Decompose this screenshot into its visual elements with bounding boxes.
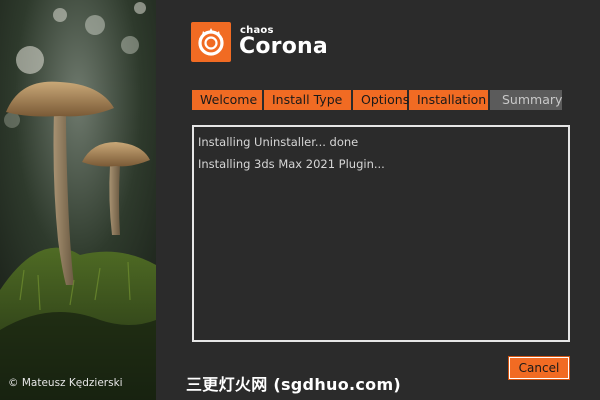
log-line: Installing 3ds Max 2021 Plugin... bbox=[198, 157, 385, 171]
install-steps-bar: Welcome Install Type Options Installatio… bbox=[192, 90, 562, 110]
step-summary: Summary bbox=[490, 90, 562, 110]
mushroom-photo-art bbox=[0, 0, 156, 400]
step-options: Options bbox=[353, 90, 409, 110]
step-install-type: Install Type bbox=[264, 90, 353, 110]
site-watermark: 三更灯火网 (sgdhuo.com) bbox=[186, 375, 402, 394]
photo-credit: © Mateusz Kędzierski bbox=[8, 377, 123, 389]
brand-product: Corona bbox=[239, 34, 328, 59]
mushroom-photo: © Mateusz Kędzierski bbox=[0, 0, 156, 400]
step-installation: Installation bbox=[409, 90, 490, 110]
installer-panel: chaos Corona Welcome Install Type Option… bbox=[156, 0, 600, 400]
cancel-button[interactable]: Cancel bbox=[508, 356, 570, 380]
log-line: Installing Uninstaller... done bbox=[198, 135, 359, 149]
step-welcome: Welcome bbox=[192, 90, 264, 110]
install-log[interactable]: Installing Uninstaller... done Installin… bbox=[192, 125, 570, 342]
corona-sun-logo-icon bbox=[191, 22, 231, 62]
